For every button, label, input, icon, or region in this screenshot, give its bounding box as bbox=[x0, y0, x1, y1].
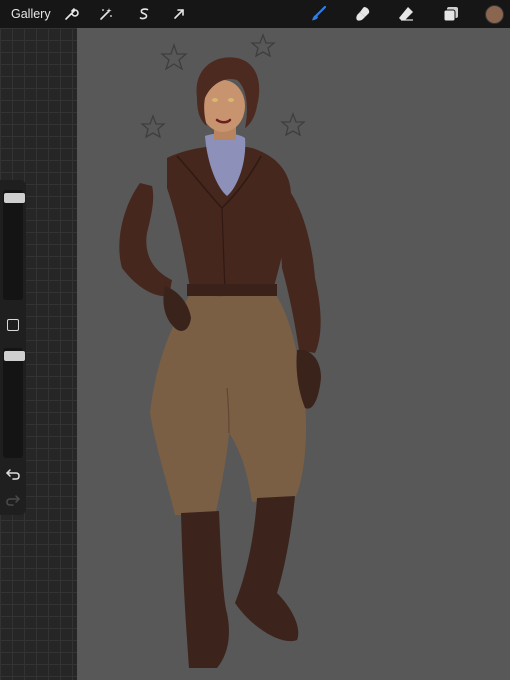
aviator-illustration bbox=[119, 33, 321, 668]
wrench-icon[interactable] bbox=[61, 4, 81, 24]
undo-arrow-icon[interactable] bbox=[5, 465, 21, 481]
opacity-slider[interactable] bbox=[3, 348, 25, 458]
color-swatch[interactable] bbox=[484, 4, 504, 24]
brush-size-thumb[interactable] bbox=[4, 193, 25, 203]
left-sidebar bbox=[0, 180, 26, 515]
selection-icon[interactable] bbox=[134, 4, 154, 24]
opacity-thumb[interactable] bbox=[4, 351, 25, 361]
modify-button[interactable] bbox=[7, 319, 19, 331]
magic-wand-icon[interactable] bbox=[96, 4, 116, 24]
brush-size-slider[interactable] bbox=[3, 190, 25, 300]
eraser-icon[interactable] bbox=[396, 4, 416, 24]
redo-arrow-icon[interactable] bbox=[5, 491, 21, 507]
top-toolbar: Gallery bbox=[0, 0, 510, 28]
transform-arrow-icon[interactable] bbox=[169, 4, 189, 24]
drawing-canvas[interactable] bbox=[77, 28, 510, 680]
smudge-icon[interactable] bbox=[353, 4, 373, 24]
brush-icon[interactable] bbox=[309, 4, 329, 24]
layers-icon[interactable] bbox=[441, 4, 461, 24]
gallery-button[interactable]: Gallery bbox=[11, 7, 51, 21]
